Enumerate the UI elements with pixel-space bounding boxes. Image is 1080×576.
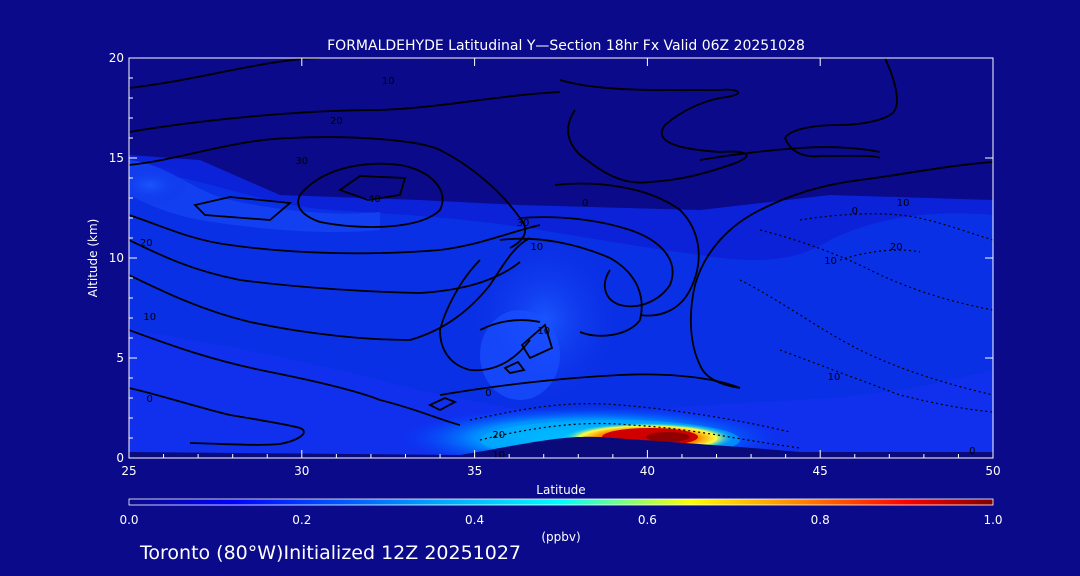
- colorbar-tick-label: 0.0: [119, 513, 138, 527]
- y-axis-label: Altitude (km): [86, 219, 100, 298]
- colorbar-ramp: [128, 498, 994, 506]
- colorbar: 0.0 0.2 0.4 0.6 0.8 1.0 (ppbv): [119, 498, 1003, 544]
- y-tick-label: 20: [109, 51, 124, 65]
- contour-label: 20: [330, 116, 343, 127]
- colorbar-tick-label: 0.4: [465, 513, 484, 527]
- plot-area: 10 20 30 40 20 10 0 30 10 10 0 0 10 20 10 10 0 20 10 0: [129, 58, 993, 461]
- colorbar-tick-label: 0.8: [811, 513, 830, 527]
- contour-label: 10: [530, 242, 543, 253]
- x-axis-label: Latitude: [536, 483, 585, 497]
- contour-label: 0: [485, 388, 491, 399]
- contour-label: 10: [828, 372, 841, 383]
- contour-label: 10: [897, 198, 910, 209]
- contour-label: 20: [890, 242, 903, 253]
- contour-label: 0: [852, 206, 858, 217]
- chart: FORMALDEHYDE Latitudinal Y—Section 18hr …: [86, 38, 1003, 544]
- x-tick-label: 45: [813, 464, 828, 478]
- contour-label: 30: [295, 156, 308, 167]
- x-tick-label: 35: [467, 464, 482, 478]
- contour-label: 0: [147, 394, 153, 405]
- y-tick-label: 0: [116, 451, 124, 465]
- footer-location: Toronto (80°W)Initialized 12Z 20251027: [140, 542, 522, 564]
- colorbar-label: (ppbv): [541, 530, 580, 544]
- colorbar-ticks: 0.0 0.2 0.4 0.6 0.8 1.0: [119, 513, 1002, 527]
- contour-label: 0: [969, 446, 975, 457]
- contour-label: 10: [143, 312, 156, 323]
- y-tick-label: 15: [109, 151, 124, 165]
- colorbar-tick-label: 0.2: [292, 513, 311, 527]
- contour-label: 0: [582, 198, 588, 209]
- x-tick-label: 30: [294, 464, 309, 478]
- x-tick-label: 50: [985, 464, 1000, 478]
- contour-label: 20: [492, 430, 505, 441]
- contour-label: 20: [140, 238, 153, 249]
- colorbar-tick-label: 0.6: [638, 513, 657, 527]
- y-tick-label: 10: [109, 251, 124, 265]
- y-tick-label: 5: [116, 351, 124, 365]
- chart-title: FORMALDEHYDE Latitudinal Y—Section 18hr …: [327, 38, 805, 54]
- contour-label: 30: [517, 218, 530, 229]
- x-tick-label: 40: [640, 464, 655, 478]
- contour-label: 10: [537, 326, 550, 337]
- colorbar-tick-label: 1.0: [983, 513, 1002, 527]
- contour-label: 10: [824, 256, 837, 267]
- contour-label: 10: [492, 450, 505, 461]
- contour-label: 40: [368, 194, 381, 205]
- x-tick-label: 25: [121, 464, 136, 478]
- contour-label: 10: [382, 76, 395, 87]
